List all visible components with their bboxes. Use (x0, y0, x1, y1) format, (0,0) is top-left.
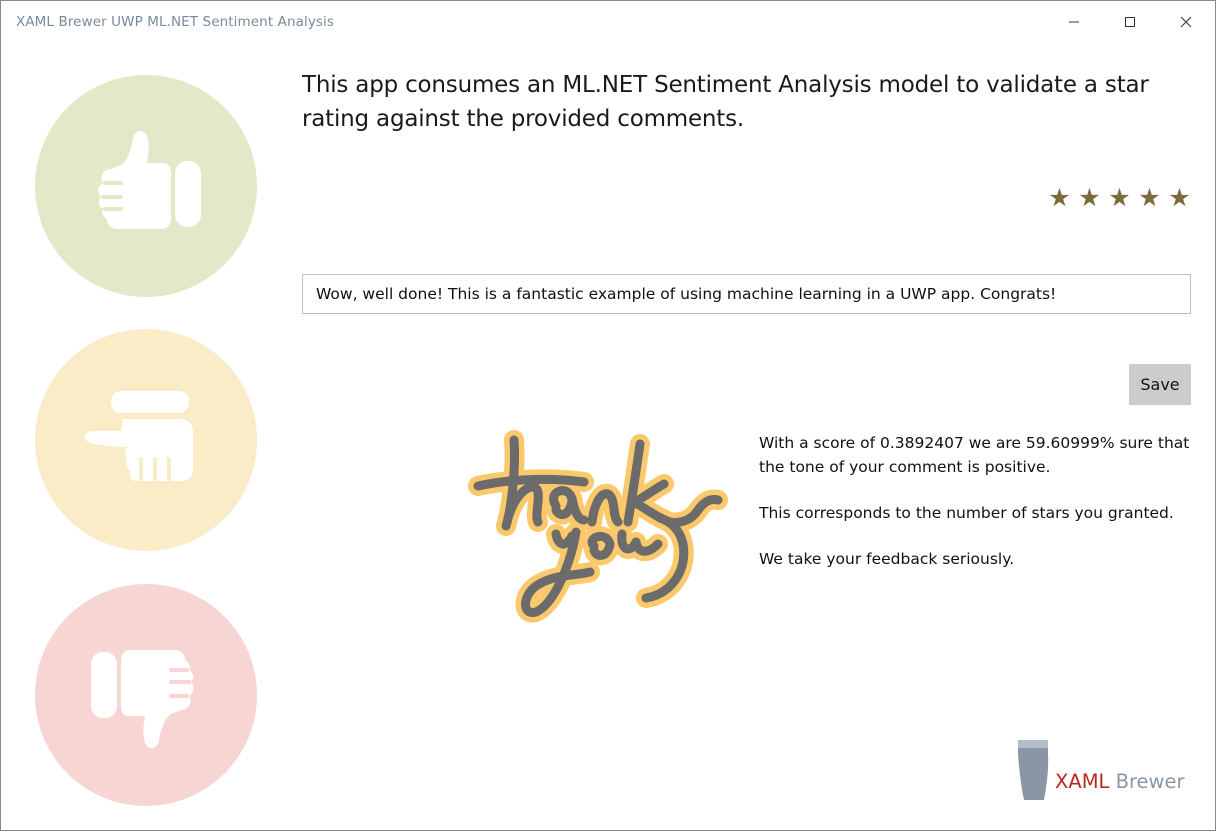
star-3-icon[interactable]: ★ (1107, 185, 1132, 210)
title-bar[interactable]: XAML Brewer UWP ML.NET Sentiment Analysi… (1, 1, 1215, 43)
brand-text: XAML Brewer (1055, 770, 1185, 793)
result-panel: With a score of 0.3892407 we are 59.6099… (759, 431, 1199, 571)
feedback-text: We take your feedback seriously. (759, 550, 1015, 568)
positive-sentiment-circle (35, 75, 257, 297)
brand-name-brewer: Brewer (1109, 770, 1185, 793)
negative-sentiment-circle (35, 584, 257, 806)
minimize-icon (1069, 21, 1079, 23)
brand-name-xaml: XAML (1055, 770, 1110, 793)
thumbs-up-icon (98, 131, 201, 229)
star-1-icon[interactable]: ★ (1047, 185, 1072, 210)
thumbs-down-icon (91, 650, 194, 748)
star-4-icon[interactable]: ★ (1137, 185, 1162, 210)
save-button[interactable]: Save (1129, 364, 1191, 405)
stars-match-text: This corresponds to the number of stars … (759, 504, 1174, 522)
minimize-button[interactable] (1051, 7, 1097, 37)
star-rating[interactable]: ★ ★ ★ ★ ★ (1047, 185, 1192, 210)
neutral-sentiment-circle (35, 329, 257, 551)
maximize-button[interactable] (1107, 7, 1153, 37)
close-button[interactable] (1163, 7, 1209, 37)
score-text: With a score of 0.3892407 we are 59.6099… (759, 434, 1190, 476)
app-window: XAML Brewer UWP ML.NET Sentiment Analysi… (0, 0, 1216, 831)
close-icon (1180, 16, 1192, 28)
thumbs-sideways-icon (85, 391, 193, 481)
star-2-icon[interactable]: ★ (1077, 185, 1102, 210)
comment-input[interactable]: Wow, well done! This is a fantastic exam… (302, 274, 1191, 314)
star-5-icon[interactable]: ★ (1167, 185, 1192, 210)
intro-text: This app consumes an ML.NET Sentiment An… (302, 72, 1149, 132)
window-title: XAML Brewer UWP ML.NET Sentiment Analysi… (16, 14, 335, 30)
thank-you-image (468, 430, 728, 623)
maximize-icon (1125, 17, 1135, 27)
